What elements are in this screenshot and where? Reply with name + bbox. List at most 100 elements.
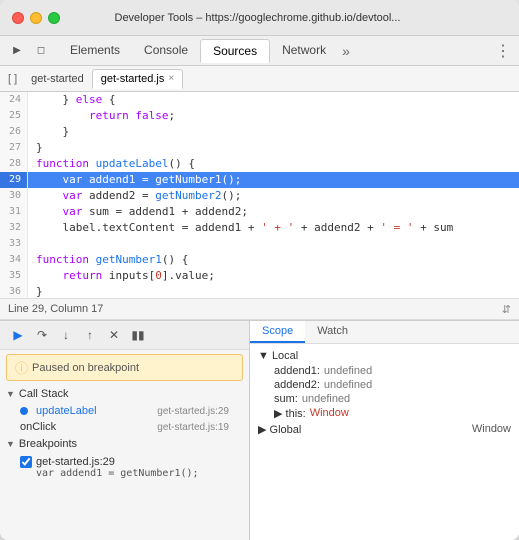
line-code-35: return inputs[0].value;	[28, 268, 223, 284]
bp-code-0: var addend1 = getNumber1();	[20, 468, 229, 479]
scope-tabs: Scope Watch	[250, 321, 519, 344]
local-scope-label: ▼ Local	[258, 350, 298, 362]
code-line-33: 33	[0, 236, 519, 252]
code-line-25: 25 return false;	[0, 108, 519, 124]
resume-button[interactable]: ▶	[8, 325, 28, 345]
line-num-27: 27	[0, 140, 28, 156]
code-line-30: 30 var addend2 = getNumber2();	[0, 188, 519, 204]
code-editor[interactable]: 24 } else { 25 return false; 26 } 27 }	[0, 92, 519, 298]
breakpoints-header[interactable]: ▼ Breakpoints	[0, 435, 249, 453]
prop-value-this: Window	[310, 407, 349, 420]
file-tabs-bar: [ ] get-started get-started.js ×	[0, 66, 519, 92]
tab-network[interactable]: Network	[270, 39, 338, 63]
code-line-28: 28 function updateLabel() {	[0, 156, 519, 172]
code-line-36: 36 }	[0, 284, 519, 298]
tab-watch[interactable]: Watch	[305, 321, 360, 343]
bp-file-0: get-started.js:29	[36, 456, 115, 468]
mobile-icon[interactable]: ◻	[32, 42, 50, 60]
inspect-icon[interactable]: ▶	[8, 42, 26, 60]
line-num-24: 24	[0, 92, 28, 108]
line-code-34: function getNumber1() {	[28, 252, 196, 268]
breakpoint-item-0: get-started.js:29 var addend1 = getNumbe…	[0, 453, 249, 482]
deactivate-button[interactable]: ✕	[104, 325, 124, 345]
line-num-28: 28	[0, 156, 28, 172]
line-num-34: 34	[0, 252, 28, 268]
stack-item-update-label[interactable]: updateLabel get-started.js:29	[0, 403, 249, 419]
nav-tabs: Elements Console Sources Network	[58, 39, 338, 63]
step-over-button[interactable]: ↷	[32, 325, 52, 345]
stack-file-0: get-started.js:29	[157, 406, 229, 417]
file-tab-get-started[interactable]: get-started	[23, 70, 92, 88]
format-icon[interactable]: ⇵	[502, 303, 511, 316]
prop-name-this: ▶ this:	[274, 407, 306, 420]
prop-value-addend1: undefined	[324, 365, 372, 377]
line-code-31: var sum = addend1 + addend2;	[28, 204, 256, 220]
file-tab-get-started-js[interactable]: get-started.js ×	[92, 69, 183, 89]
code-line-32: 32 label.textContent = addend1 + ' + ' +…	[0, 220, 519, 236]
code-line-34: 34 function getNumber1() {	[0, 252, 519, 268]
file-tab-label-js: get-started.js	[101, 73, 165, 85]
line-num-36: 36	[0, 284, 28, 298]
scope-content: ▼ Local addend1: undefined addend2: unde…	[250, 344, 519, 540]
line-code-25: return false;	[28, 108, 183, 124]
step-out-button[interactable]: ↑	[80, 325, 100, 345]
stack-name-0: updateLabel	[36, 405, 97, 417]
line-code-30: var addend2 = getNumber2();	[28, 188, 249, 204]
stack-name-1: onClick	[20, 421, 56, 433]
line-code-32: label.textContent = addend1 + ' + ' + ad…	[28, 220, 461, 236]
status-bar-text: Line 29, Column 17	[8, 303, 502, 315]
global-scope-value: Window	[472, 423, 511, 436]
global-scope-label: ▶ Global	[258, 423, 301, 436]
scope-prop-addend2: addend2: undefined	[250, 378, 519, 392]
title-bar: Developer Tools – https://googlechrome.g…	[0, 0, 519, 36]
status-bar: Line 29, Column 17 ⇵	[0, 298, 519, 320]
line-num-30: 30	[0, 188, 28, 204]
tab-elements[interactable]: Elements	[58, 39, 132, 63]
line-num-25: 25	[0, 108, 28, 124]
stack-file-1: get-started.js:19	[157, 422, 229, 433]
code-line-27: 27 }	[0, 140, 519, 156]
line-code-33	[28, 236, 44, 252]
triangle-bp-icon: ▼	[6, 439, 15, 449]
tab-console[interactable]: Console	[132, 39, 200, 63]
bp-checkbox-0[interactable]	[20, 456, 32, 468]
line-code-24: } else {	[28, 92, 124, 108]
breakpoints-label: Breakpoints	[19, 438, 77, 450]
line-num-26: 26	[0, 124, 28, 140]
info-icon: ⓘ	[15, 358, 28, 377]
prop-value-sum: undefined	[302, 393, 350, 405]
prop-name-addend1: addend1:	[274, 365, 320, 377]
prop-name-addend2: addend2:	[274, 379, 320, 391]
debug-panel: ▶ ↷ ↓ ↑ ✕ ▮▮ ⓘ Paused on breakpoint ▼ Ca…	[0, 321, 250, 540]
line-num-29: 29	[0, 172, 28, 188]
bp-name-row: get-started.js:29	[20, 456, 229, 468]
call-stack-header[interactable]: ▼ Call Stack	[0, 385, 249, 403]
tab-sources[interactable]: Sources	[200, 39, 270, 63]
line-code-28: function updateLabel() {	[28, 156, 203, 172]
current-frame-icon	[20, 407, 28, 415]
devtools-menu-icon[interactable]: ⋮	[495, 41, 511, 61]
global-scope-row[interactable]: ▶ Global Window	[250, 421, 519, 438]
call-stack-label: Call Stack	[19, 388, 69, 400]
line-code-26: }	[28, 124, 77, 140]
scope-prop-sum: sum: undefined	[250, 392, 519, 406]
step-into-button[interactable]: ↓	[56, 325, 76, 345]
code-line-29: 29 var addend1 = getNumber1();	[0, 172, 519, 188]
scope-prop-this[interactable]: ▶ this: Window	[250, 406, 519, 421]
sidebar-toggle-icon[interactable]: [ ]	[8, 73, 17, 85]
editor-area: 24 } else { 25 return false; 26 } 27 }	[0, 92, 519, 298]
window-title: Developer Tools – https://googlechrome.g…	[8, 12, 507, 24]
file-tab-close-icon[interactable]: ×	[168, 73, 174, 84]
more-tabs-icon[interactable]: »	[342, 43, 350, 59]
pause-button[interactable]: ▮▮	[128, 325, 148, 345]
prop-value-addend2: undefined	[324, 379, 372, 391]
pause-indicator: ⓘ Paused on breakpoint	[6, 354, 243, 381]
stack-item-onclick[interactable]: onClick get-started.js:19	[0, 419, 249, 435]
prop-name-sum: sum:	[274, 393, 298, 405]
local-scope-header[interactable]: ▼ Local	[250, 348, 519, 364]
line-num-32: 32	[0, 220, 28, 236]
debug-toolbar: ▶ ↷ ↓ ↑ ✕ ▮▮	[0, 321, 249, 350]
tab-scope[interactable]: Scope	[250, 321, 305, 343]
code-line-35: 35 return inputs[0].value;	[0, 268, 519, 284]
line-code-36: }	[28, 284, 51, 298]
